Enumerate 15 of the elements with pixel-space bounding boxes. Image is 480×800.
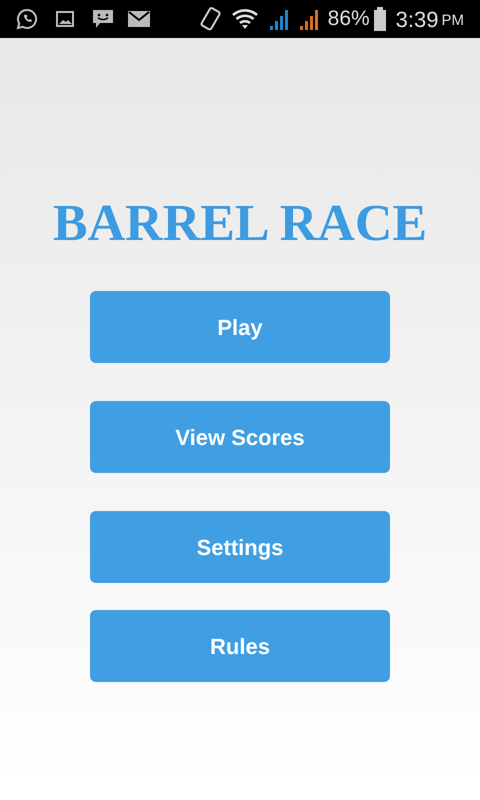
menu-button[interactable]: View Scores [90, 401, 390, 473]
message-icon [92, 9, 114, 29]
battery-level: 86% [328, 6, 370, 32]
image-icon [56, 11, 74, 27]
battery-icon [374, 7, 386, 31]
wifi-icon [232, 9, 258, 29]
clock-meridiem: PM [442, 11, 464, 32]
chat-bubble-icon [16, 8, 38, 30]
game-title: BARREL RACE [52, 194, 428, 254]
clock-time: 3:39 [396, 6, 438, 34]
mail-icon [128, 11, 150, 27]
menu-button[interactable]: Rules [90, 610, 390, 682]
phone-rotate-icon [200, 6, 222, 32]
menu-button[interactable]: Settings [90, 511, 390, 583]
menu-button[interactable]: Play [90, 291, 390, 363]
